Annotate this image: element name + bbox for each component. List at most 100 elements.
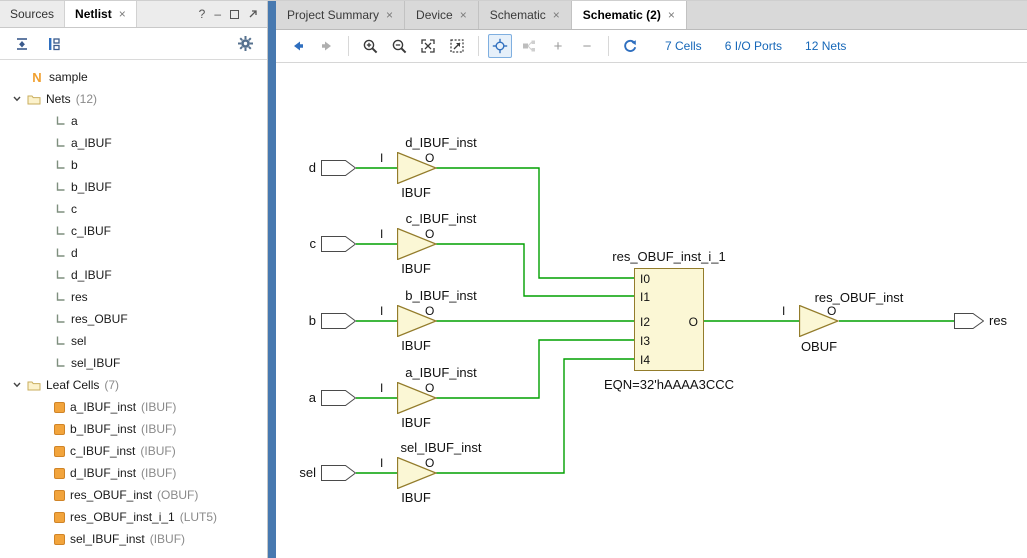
collapse-all-icon[interactable] [12,34,32,54]
input-port-sel[interactable] [321,465,356,481]
cell-icon [54,446,65,457]
tree-item-b_IBUF_inst[interactable]: b_IBUF_inst (IBUF) [0,418,267,440]
help-icon[interactable]: ? [199,7,206,21]
lut-equation: EQN=32'hAAAA3CCC [559,377,779,393]
tree-item-d_IBUF[interactable]: d_IBUF [0,264,267,286]
lut-pin-i0: I0 [640,272,650,286]
folder-icon [27,379,41,391]
tab-device[interactable]: Device × [405,1,479,29]
tree-group-label: Leaf Cells [46,378,99,392]
tree-item-type: (IBUF) [141,422,176,436]
net-icon [54,115,66,127]
settings-gear-icon[interactable] [235,34,255,54]
instance-name-a_IBUF_inst: a_IBUF_inst [371,365,511,381]
tree-item-b[interactable]: b [0,154,267,176]
cell-icon [54,402,65,413]
tree-item-b_IBUF[interactable]: b_IBUF [0,176,267,198]
tree-item-a_IBUF_inst[interactable]: a_IBUF_inst(IBUF) [0,396,267,418]
tree-group-nets[interactable]: Nets(12) [0,88,267,110]
input-port-b[interactable] [321,313,356,329]
float-icon[interactable] [248,9,258,19]
maximize-icon[interactable] [230,10,239,19]
tree-item-sel_IBUF[interactable]: sel_IBUF [0,352,267,374]
input-port-c[interactable] [321,236,356,252]
ibuf-type-label: IBUF [376,185,456,201]
ibuf-pin-i: I [380,304,383,319]
netlist-tree: NsampleNets(12)aa_IBUFbb_IBUFcc_IBUFdd_I… [0,60,267,558]
expand-cone-icon[interactable] [517,34,541,58]
tree-item-sel[interactable]: sel [0,330,267,352]
instance-name-c_IBUF_inst: c_IBUF_inst [371,211,511,227]
hierarchy-icon[interactable] [44,34,64,54]
instance-name-sel_IBUF_inst: sel_IBUF_inst [371,440,511,456]
close-icon[interactable]: × [386,8,393,22]
netlist-root-icon: N [30,70,44,85]
tree-item-sel_IBUF_inst[interactable]: sel_IBUF_inst(IBUF) [0,528,267,550]
zoom-in-icon[interactable] [358,34,382,58]
nets-count-link[interactable]: 12 Nets [805,39,846,53]
minimize-icon[interactable]: – [214,7,221,21]
cells-count-link[interactable]: 7 Cells [665,39,702,53]
tree-item-c_IBUF[interactable]: c_IBUF [0,220,267,242]
tree-item-label: sample [49,70,88,84]
close-icon[interactable]: × [460,8,467,22]
ibuf-pin-o: O [425,151,434,166]
tree-item-d_IBUF_inst[interactable]: d_IBUF_inst(IBUF) [0,462,267,484]
tree-item-c[interactable]: c [0,198,267,220]
tree-item-res_OBUF_inst_i_1[interactable]: res_OBUF_inst_i_1 (LUT5) [0,506,267,528]
autofit-selection-icon[interactable] [488,34,512,58]
zoom-selection-icon[interactable] [445,34,469,58]
back-icon[interactable] [286,34,310,58]
input-port-d[interactable] [321,160,356,176]
ibuf-pin-o: O [425,456,434,471]
tree-item-res_OBUF[interactable]: res_OBUF [0,308,267,330]
zoom-out-icon[interactable] [387,34,411,58]
tree-item-a_IBUF[interactable]: a_IBUF [0,132,267,154]
tab-sources[interactable]: Sources [0,1,65,27]
expander-icon[interactable] [12,380,22,390]
tree-item-label: res_OBUF_inst_i_1 [70,510,175,524]
tree-item-label: a_IBUF [71,136,112,150]
cell-icon [54,468,65,479]
tree-item-a[interactable]: a [0,110,267,132]
input-port-a[interactable] [321,390,356,406]
tree-group-count: (12) [76,92,97,106]
tree-item-label: b_IBUF_inst [70,422,136,436]
close-icon[interactable]: × [553,8,560,22]
plus-icon[interactable]: + [546,34,570,58]
net-icon [54,181,66,193]
close-icon[interactable]: × [119,7,126,21]
tree-item-sample[interactable]: Nsample [0,66,267,88]
tree-item-c_IBUF_inst[interactable]: c_IBUF_inst(IBUF) [0,440,267,462]
port-label-b: b [276,312,316,330]
tree-group-leaf-cells[interactable]: Leaf Cells(7) [0,374,267,396]
schematic-canvas[interactable]: res_OBUF_inst_i_1 I0 I1 I2 I3 I4 O EQN=3… [276,63,1027,558]
tree-item-d[interactable]: d [0,242,267,264]
tree-item-type: (IBUF) [140,444,175,458]
tab-label: Device [416,8,453,22]
refresh-icon[interactable] [618,34,642,58]
tab-netlist[interactable]: Netlist × [65,1,137,27]
net-icon [54,203,66,215]
tree-item-res_OBUF_inst[interactable]: res_OBUF_inst(OBUF) [0,484,267,506]
port-label-d: d [276,159,316,177]
forward-icon[interactable] [315,34,339,58]
tab-project-summary[interactable]: Project Summary× [276,1,405,29]
zoom-fit-icon[interactable] [416,34,440,58]
net-icon [54,291,66,303]
output-port-res[interactable] [954,313,984,329]
close-icon[interactable]: × [668,8,675,22]
io-ports-count-link[interactable]: 6 I/O Ports [725,39,782,53]
expander-icon[interactable] [12,94,22,104]
toolbar-separator [608,36,609,56]
net-icon [54,313,66,325]
lut5-cell[interactable]: I0 I1 I2 I3 I4 O [634,268,704,371]
tree-item-res[interactable]: res [0,286,267,308]
tab-schematic[interactable]: Schematic× [479,1,572,29]
tab-schematic-2[interactable]: Schematic (2)× [572,1,687,29]
lut-pin-o: O [689,315,698,329]
pane-splitter[interactable] [268,1,276,558]
minus-icon[interactable]: − [575,34,599,58]
netlist-pane: Sources Netlist × ? – [0,1,268,558]
tree-item-type: (LUT5) [180,510,217,524]
